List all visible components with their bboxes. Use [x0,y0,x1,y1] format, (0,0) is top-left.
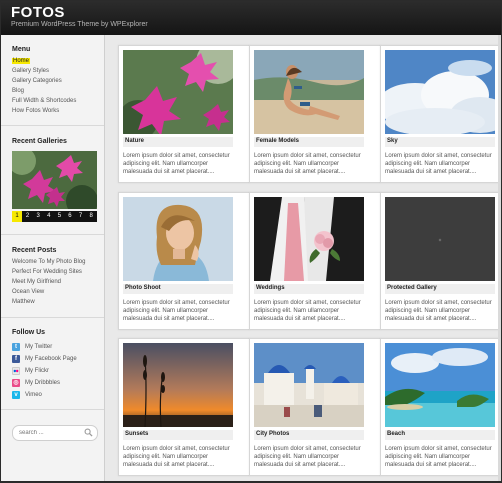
pager-page-2[interactable]: 2 [23,211,33,222]
card-title-bar: Beach [385,430,495,440]
sidebar-divider [1,317,104,318]
gallery-photo[interactable] [254,197,364,281]
menu-item-how-fotos-works[interactable]: How Fotos Works [12,108,59,114]
gallery-photo[interactable] [123,197,233,281]
recent-post-link[interactable]: Matthew [12,299,35,305]
sidebar: Menu Home Gallery Styles Gallery Categor… [1,35,105,481]
gallery-card-photo-shoot[interactable]: Photo Shoot Lorem ipsum dolor sit amet, … [118,192,250,330]
menu-item-gallery-categories[interactable]: Gallery Categories [12,78,62,84]
gallery-card-beach[interactable]: Beach Lorem ipsum dolor sit amet, consec… [380,338,501,476]
gallery-photo[interactable] [123,50,233,134]
recent-posts-heading: Recent Posts [12,247,57,254]
menu-heading: Menu [12,46,31,53]
pager-page-3[interactable]: 3 [33,211,43,222]
recent-post-link[interactable]: Ocean View [12,289,44,295]
follow-us-heading: Follow Us [12,329,46,336]
recent-gallery-thumbnail[interactable] [12,151,97,209]
facebook-icon[interactable]: f [12,355,20,363]
gallery-photo[interactable] [123,343,233,427]
gallery-photo[interactable] [254,50,364,134]
site-tagline: Premium WordPress Theme by WPExplorer [11,21,148,28]
gallery-photo[interactable] [385,50,495,134]
card-title[interactable]: Weddings [256,285,285,291]
card-title-bar: Sky [385,137,495,147]
gallery-card-sunsets[interactable]: Sunsets Lorem ipsum dolor sit amet, cons… [118,338,250,476]
card-excerpt: Lorem ipsum dolor sit amet, consectetur … [123,300,230,322]
recent-post-link[interactable]: Welcome To My Photo Blog [12,259,85,265]
search-icon[interactable] [84,428,93,437]
pager-page-6[interactable]: 6 [65,211,75,222]
gallery-pager: 12345678 [12,211,97,222]
gallery-photo[interactable] [254,343,364,427]
social-link-twitter[interactable]: My Twitter [25,344,52,350]
social-link-flickr[interactable]: My Flickr [25,368,49,374]
card-title-bar: City Photos [254,430,364,440]
twitter-icon[interactable]: t [12,343,20,351]
social-link-facebook[interactable]: My Facebook Page [25,356,77,362]
gallery-card-sky[interactable]: Sky Lorem ipsum dolor sit amet, consecte… [380,45,501,183]
card-title[interactable]: Protected Gallery [387,285,437,291]
card-excerpt: Lorem ipsum dolor sit amet, consectetur … [123,446,230,468]
gallery-card-city-photos[interactable]: City Photos Lorem ipsum dolor sit amet, … [249,338,381,476]
card-title-bar: Female Models [254,137,364,147]
pager-page-5[interactable]: 5 [54,211,64,222]
pager-page-8[interactable]: 8 [86,211,96,222]
card-excerpt: Lorem ipsum dolor sit amet, consectetur … [254,300,361,322]
site-header: FOTOS Premium WordPress Theme by WPExplo… [1,1,501,35]
pager-page-7[interactable]: 7 [76,211,86,222]
card-excerpt: Lorem ipsum dolor sit amet, consectetur … [254,153,361,175]
gallery-card-female-models[interactable]: Female Models Lorem ipsum dolor sit amet… [249,45,381,183]
card-title[interactable]: Beach [387,431,405,437]
card-excerpt: Lorem ipsum dolor sit amet, consectetur … [123,153,230,175]
card-title[interactable]: City Photos [256,431,289,437]
social-link-vimeo[interactable]: Vimeo [25,392,42,398]
sidebar-divider [1,125,104,126]
vimeo-icon[interactable]: v [12,391,20,399]
menu-item-home[interactable]: Home [12,58,31,64]
menu-item-full-width[interactable]: Full Width & Shortcodes [12,98,76,104]
dribbble-icon[interactable]: ◎ [12,379,20,387]
recent-galleries-heading: Recent Galleries [12,138,67,145]
search-input[interactable] [19,428,83,437]
card-title[interactable]: Photo Shoot [125,285,161,291]
card-excerpt: Lorem ipsum dolor sit amet, consectetur … [254,446,361,468]
card-excerpt: Lorem ipsum dolor sit amet, consectetur … [385,446,492,468]
card-title[interactable]: Sunsets [125,431,148,437]
gallery-photo-locked[interactable] [385,197,495,281]
gallery-card-nature[interactable]: Nature Lorem ipsum dolor sit amet, conse… [118,45,250,183]
card-title[interactable]: Nature [125,138,144,144]
card-excerpt: Lorem ipsum dolor sit amet, consectetur … [385,300,492,322]
flickr-icon[interactable] [12,367,20,375]
card-excerpt: Lorem ipsum dolor sit amet, consectetur … [385,153,492,175]
sidebar-divider [1,409,104,410]
pager-page-4[interactable]: 4 [44,211,54,222]
menu-item-blog[interactable]: Blog [12,88,24,94]
card-title[interactable]: Female Models [256,138,299,144]
search-box[interactable] [12,425,98,441]
browser-frame: FOTOS Premium WordPress Theme by WPExplo… [1,1,501,481]
gallery-card-protected-gallery[interactable]: Protected Gallery Lorem ipsum dolor sit … [380,192,501,330]
recent-post-link[interactable]: Meet My Girlfriend [12,279,61,285]
card-title-bar: Protected Gallery [385,284,495,294]
card-title-bar: Sunsets [123,430,233,440]
card-title-bar: Nature [123,137,233,147]
card-title-bar: Weddings [254,284,364,294]
card-title-bar: Photo Shoot [123,284,233,294]
site-title[interactable]: FOTOS [11,4,65,21]
page-scrollbar[interactable] [498,35,501,481]
recent-post-link[interactable]: Perfect For Wedding Sites [12,269,82,275]
social-link-dribbble[interactable]: My Dribbbles [25,380,60,386]
card-title[interactable]: Sky [387,138,398,144]
gallery-card-weddings[interactable]: Weddings Lorem ipsum dolor sit amet, con… [249,192,381,330]
pager-page-1[interactable]: 1 [12,211,22,222]
gallery-photo[interactable] [385,343,495,427]
sidebar-divider [1,234,104,235]
menu-item-gallery-styles[interactable]: Gallery Styles [12,68,49,74]
